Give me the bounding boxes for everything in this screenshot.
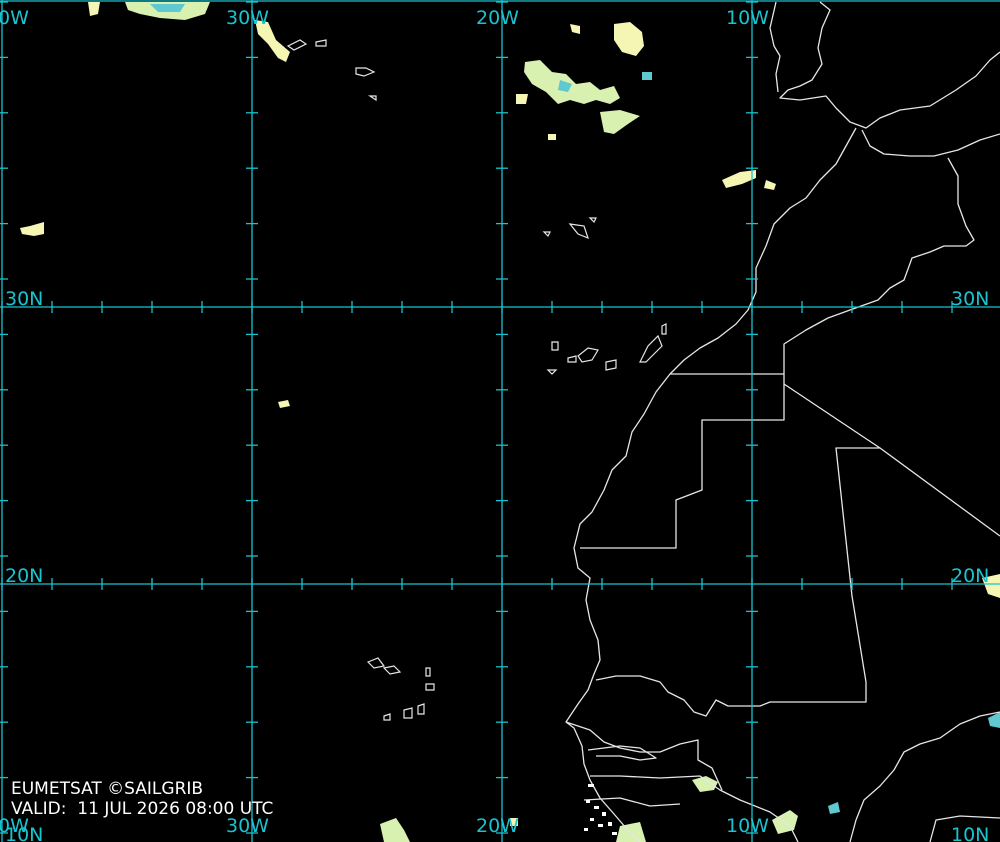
cloud-patch	[642, 72, 652, 80]
lon-label-bottom: 20W	[476, 815, 519, 837]
lon-label-bottom: 10W	[726, 815, 769, 837]
lon-label-top: 20W	[476, 7, 519, 29]
lat-label-right: 30N	[951, 288, 989, 310]
satellite-map: 0W 30W 20W 10W 30N 20N 10N 30N 20N 10N 0…	[0, 0, 1000, 842]
lon-label-top: 30W	[226, 7, 269, 29]
island-speck	[586, 800, 590, 803]
ocean-background	[0, 0, 1000, 842]
cloud-patch	[516, 94, 528, 104]
lon-label-top: 10W	[726, 7, 769, 29]
island-speck	[590, 818, 594, 821]
lat-label-left: 20N	[5, 565, 43, 587]
island-speck	[594, 806, 599, 809]
island-speck	[598, 824, 603, 827]
lon-label-top: 0W	[0, 7, 29, 29]
lat-label-right: 10N	[951, 824, 989, 842]
credit-text: EUMETSAT ©SAILGRIB	[11, 779, 204, 799]
cloud-patch	[548, 134, 556, 140]
lat-label-left: 30N	[5, 288, 43, 310]
valid-time-text: VALID: 11 JUL 2026 08:00 UTC	[11, 799, 274, 819]
island-speck	[612, 832, 617, 835]
island-speck	[608, 822, 612, 826]
island-speck	[584, 828, 588, 831]
island-speck	[588, 784, 594, 787]
lat-label-right: 20N	[951, 565, 989, 587]
island-speck	[602, 812, 606, 816]
